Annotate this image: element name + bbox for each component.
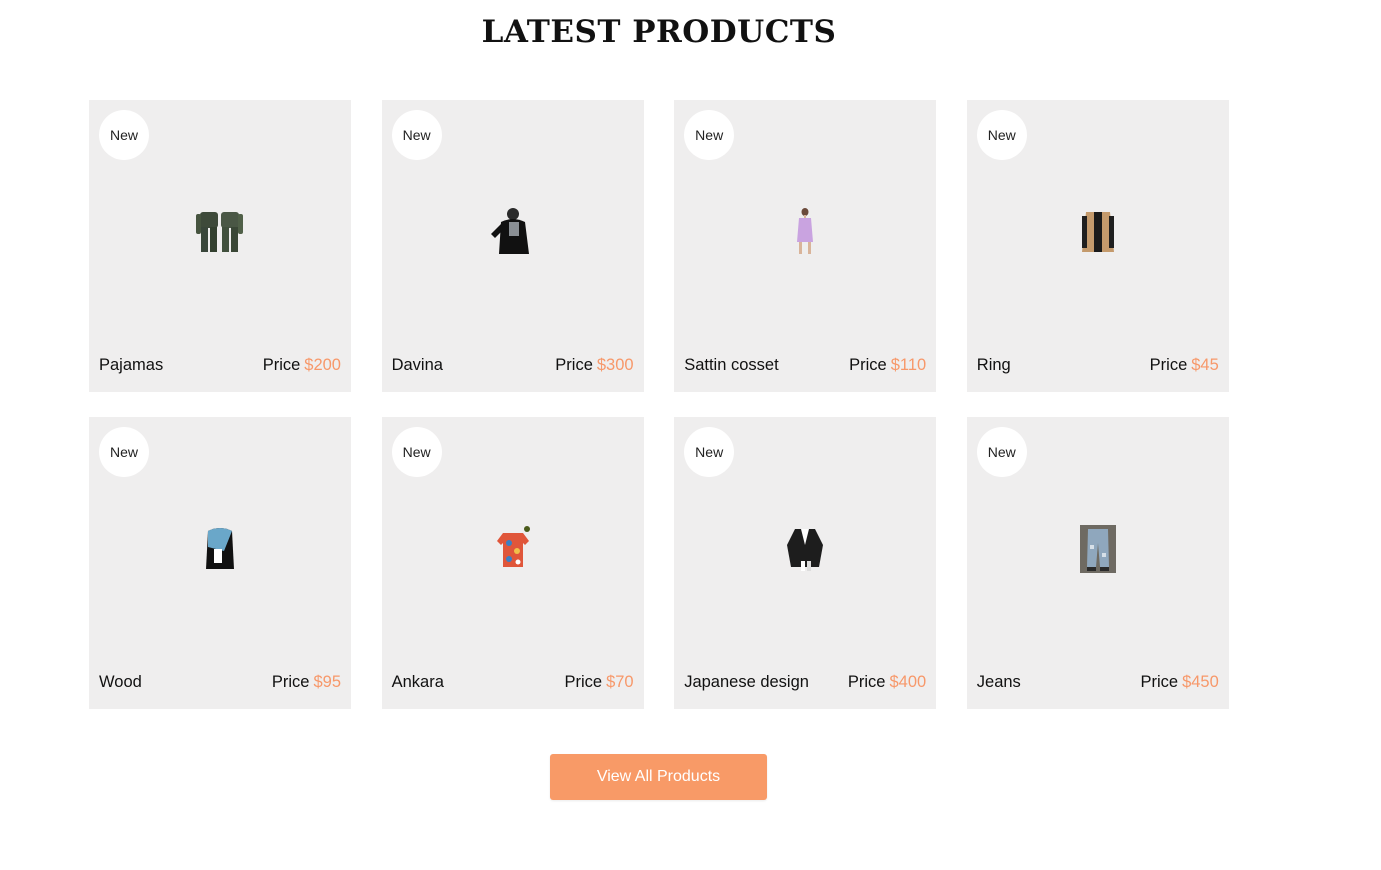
section-title: LATEST PRODUCTS	[481, 14, 837, 50]
product-card[interactable]: New Wood Price $95	[89, 417, 351, 709]
new-badge: New	[99, 110, 149, 160]
new-badge: New	[391, 110, 442, 160]
price-amount: $95	[313, 673, 341, 691]
product-name: Ankara	[391, 673, 444, 691]
ring-image[interactable]	[1072, 206, 1124, 258]
ankara-image[interactable]	[487, 523, 539, 575]
new-badge: New	[391, 427, 442, 477]
view-all-products-button[interactable]: View All Products	[550, 754, 767, 800]
price-amount: $450	[1182, 673, 1219, 691]
product-price: Price $450	[1140, 673, 1218, 692]
product-card[interactable]: New Pajamas Price $200	[89, 100, 351, 392]
new-badge: New	[976, 427, 1027, 477]
price-amount: $45	[1191, 356, 1219, 374]
price-amount: $110	[890, 356, 927, 374]
new-badge: New	[976, 110, 1027, 160]
price-label: Price	[564, 673, 603, 691]
new-badge: New	[684, 110, 735, 160]
product-price: Price $200	[263, 356, 341, 375]
product-card[interactable]: New Ring Price $45	[966, 100, 1229, 392]
jeans-image[interactable]	[1072, 523, 1124, 575]
new-badge: New	[684, 427, 735, 477]
product-price: Price $70	[564, 673, 633, 692]
product-card[interactable]: New Ankara Price $70	[381, 417, 644, 709]
product-name: Davina	[391, 356, 443, 374]
sattin-cosset-image[interactable]	[779, 206, 831, 258]
price-label: Price	[849, 356, 887, 374]
price-amount: $200	[304, 356, 341, 374]
price-amount: $300	[596, 356, 634, 374]
product-card[interactable]: New Davina Price $300	[381, 100, 644, 392]
wood-image[interactable]	[194, 523, 246, 575]
product-card[interactable]: New Jeans Price $450	[966, 417, 1229, 709]
price-label: Price	[555, 356, 593, 374]
price-label: Price	[1149, 356, 1188, 374]
product-name: Pajamas	[99, 356, 164, 374]
latest-products-page: LATEST PRODUCTS New Pajamas Price $200 N…	[0, 0, 1381, 870]
product-price: Price $300	[555, 356, 633, 375]
price-label: Price	[262, 356, 301, 374]
product-card[interactable]: New Japanese design Price $400	[674, 417, 937, 709]
price-label: Price	[271, 673, 310, 691]
product-price: Price $95	[272, 673, 341, 692]
new-badge: New	[99, 427, 149, 477]
price-amount: $400	[889, 673, 927, 691]
japanese-design-image[interactable]	[779, 523, 831, 575]
product-name: Sattin cosset	[684, 356, 779, 374]
davina-image[interactable]	[487, 206, 539, 258]
product-price: Price $45	[1150, 356, 1219, 375]
product-price: Price $110	[849, 356, 926, 375]
product-name: Wood	[99, 673, 142, 691]
product-name: Ring	[976, 356, 1011, 374]
product-grid: New Pajamas Price $200 New Davina Price …	[89, 100, 1229, 709]
product-price: Price $400	[848, 673, 926, 692]
price-amount: $70	[606, 673, 634, 691]
pajamas-image[interactable]	[194, 206, 246, 258]
product-name: Japanese design	[684, 673, 809, 691]
product-card[interactable]: New Sattin cosset Price $110	[674, 100, 937, 392]
product-name: Jeans	[976, 673, 1021, 691]
price-label: Price	[1140, 673, 1179, 691]
price-label: Price	[847, 673, 886, 691]
